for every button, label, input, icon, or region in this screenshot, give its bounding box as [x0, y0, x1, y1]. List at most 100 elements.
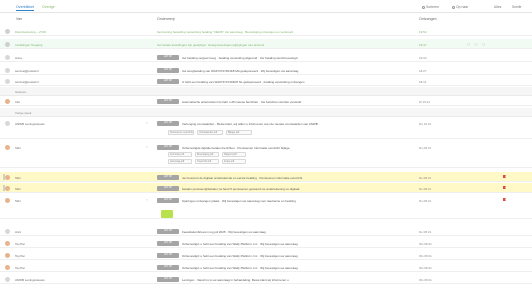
- section-label: Gisteren: [15, 90, 27, 94]
- message-subject: Feestdatumbrieven nog juli 2025 · Wij be…: [182, 229, 266, 234]
- message-subject: herinnering bestelling verwerking betali…: [157, 29, 294, 34]
- message-date: Wo 08:21: [419, 241, 432, 246]
- clear-button[interactable]: Alles: [494, 5, 501, 9]
- flag-icon[interactable]: [503, 174, 506, 179]
- message-sender: ANWB Leningsnieuws: [15, 277, 45, 282]
- filter-button[interactable]: Op naar: [452, 5, 468, 9]
- message-row[interactable]: Anne LET OP Uw betaling vergeet hoog · b…: [0, 52, 532, 62]
- attachment-chip[interactable]: Pensioenen overzicht.pdf: [168, 130, 194, 135]
- filter-icon: [452, 5, 455, 9]
- more-button[interactable]: Snelle: [512, 5, 521, 9]
- message-sender: Anni: [15, 229, 22, 234]
- status-badge: LET OP: [157, 228, 179, 234]
- message-row[interactable]: ANWB Leningsnieuws LET OP Leningen · Van…: [0, 274, 532, 284]
- attachment-chip[interactable]: Voorwaarden.pdf: [197, 130, 223, 135]
- message-date: Do 08:21: [419, 145, 432, 150]
- avatar: [5, 98, 10, 104]
- message-subject: Uw locatie-instellingen zijn gewijzigd ·…: [157, 42, 265, 47]
- message-sender: Toy.Pai: [15, 265, 25, 270]
- flag-icon[interactable]: [503, 197, 506, 202]
- message-row[interactable]: Anni LET OP Feestdatumbrieven nog juli 2…: [0, 226, 532, 236]
- message-date: Do 08:21: [419, 229, 432, 234]
- message-subject: uw huurpunt de digitale ondertekende en …: [182, 175, 303, 180]
- message-date: 19:54: [419, 29, 427, 34]
- avatar: [5, 174, 10, 180]
- flag-icon[interactable]: [503, 185, 506, 190]
- message-subject: Onbevestigde digitale betalen berichten …: [182, 145, 290, 150]
- column-header-sender[interactable]: Van: [16, 17, 22, 21]
- message-date: Wo 08:21: [419, 265, 432, 270]
- message-date: Do 08:21: [419, 198, 432, 203]
- avatar: [5, 197, 10, 203]
- status-badge: LET OP: [157, 98, 179, 104]
- sort-button[interactable]: Sorteren: [422, 5, 439, 9]
- message-date: Wo 08:21: [419, 253, 432, 258]
- attachment-chip[interactable]: Formulier.pdf: [168, 152, 192, 157]
- attachment-chip[interactable]: Kopie.pdf: [222, 159, 246, 164]
- attachment-chip[interactable]: Bijlage.pdf: [226, 130, 252, 135]
- message-row[interactable]: Toy.Pai LET OP Onbevestigd: u hebt een b…: [0, 262, 532, 272]
- attachment-chip[interactable]: Overzicht.pdf: [195, 159, 219, 164]
- attachment-chip[interactable]: Rapport.pdf: [222, 152, 246, 157]
- message-row[interactable]: Tabi ⌁ LET OP Sparingen ontvangen plaats…: [0, 195, 532, 219]
- paperclip-icon: ⌁: [146, 121, 149, 125]
- message-subject: Onbevestigd: u hebt een betaling van Wal…: [182, 265, 298, 270]
- message-row[interactable]: service@postal.nl LET OP Uw terugbetalin…: [0, 65, 532, 75]
- message-date: 19:32: [419, 55, 427, 60]
- row-actions[interactable]: ▢ ▢ ▢: [467, 42, 487, 46]
- status-badge: LET OP: [157, 240, 179, 246]
- message-date: 18:11: [419, 79, 427, 84]
- avatar: [5, 120, 10, 126]
- avatar: [5, 144, 10, 150]
- avatar: [5, 240, 10, 246]
- tab-focused[interactable]: Overblikket: [16, 5, 34, 11]
- status-badge: LET OP: [157, 185, 179, 191]
- avatar: [5, 252, 10, 258]
- message-sender: Dienstverlening – 2748: [15, 29, 46, 34]
- message-row[interactable]: Info LET OP Automatische antwoorden Nu h…: [0, 96, 532, 106]
- message-row[interactable]: Instellingen Toegang Uw locatie-instelli…: [0, 39, 532, 49]
- avatar: [5, 264, 10, 270]
- message-row[interactable]: ANWB Leningsnieuws ⌁ LET OP Verlenging v…: [0, 118, 532, 139]
- sort-icon: [422, 5, 425, 9]
- attachment-chip[interactable]: Bevestiging.pdf: [195, 152, 219, 157]
- message-row[interactable]: Dienstverlening – 2748 herinnering beste…: [0, 26, 532, 36]
- message-date: Do 08:21: [419, 175, 432, 180]
- tab-other[interactable]: Overige: [42, 5, 55, 9]
- message-row[interactable]: service@postal.nl LET OP U hebt een beta…: [0, 76, 532, 86]
- message-row[interactable]: Tabi LET OP uw huurpunt de digitale onde…: [0, 172, 532, 182]
- status-badge: LET OP: [157, 144, 179, 150]
- message-subject: Onbevestigd: u hebt een betaling van Wal…: [182, 241, 298, 246]
- message-sender: Instellingen Toegang: [15, 42, 43, 47]
- attachment-chip[interactable]: Aanvraag.pdf: [168, 159, 192, 164]
- message-date: Wo 08:21: [419, 277, 432, 282]
- message-subject: Sparingen ontvangen plaats · Wij bevesti…: [182, 198, 296, 203]
- column-header-subject[interactable]: Onderwerp: [157, 17, 175, 21]
- status-badge: LET OP: [157, 252, 179, 258]
- mail-tab-bar: Overblikket Overige Sorteren Op naar All…: [0, 0, 532, 13]
- message-subject: U hebt een betaling van WA673747404K8 NL…: [182, 79, 305, 84]
- message-sender: Toy.Pai: [15, 241, 25, 246]
- message-row[interactable]: Tabi ⌁ LET OP Onbevestigde digitale beta…: [0, 142, 532, 168]
- paperclip-icon: ⌁: [146, 145, 149, 149]
- status-badge: LET OP: [157, 120, 179, 126]
- message-sender: ANWB Leningsnieuws: [15, 121, 45, 126]
- avatar: [5, 228, 10, 234]
- message-sender: Tabi: [15, 175, 21, 180]
- column-header-date[interactable]: Ontvangen: [419, 17, 437, 21]
- status-badge: LET OP: [157, 174, 179, 180]
- message-date: Do 08:21: [419, 186, 432, 191]
- sticky-note-thumbnail[interactable]: [161, 210, 173, 218]
- message-row[interactable]: Toy.Pai LET OP Onbevestigd: u hebt een b…: [0, 250, 532, 260]
- message-row[interactable]: Tabi LET OP betalen pensioen@betalen na …: [0, 183, 532, 193]
- message-date: 19:47: [419, 42, 427, 47]
- avatar: [5, 54, 10, 60]
- message-subject: Verlenging voorwaarden · Beste klant, wi…: [182, 121, 318, 126]
- status-badge: LET OP: [157, 197, 179, 203]
- avatar: [5, 276, 10, 282]
- status-badge: LET OP: [157, 276, 179, 282]
- status-badge: LET OP: [157, 67, 179, 73]
- message-sender: Info: [15, 99, 21, 104]
- message-row[interactable]: Toy.Pai LET OP Onbevestigd: u hebt een b…: [0, 238, 532, 248]
- paperclip-icon: ⌁: [146, 198, 149, 202]
